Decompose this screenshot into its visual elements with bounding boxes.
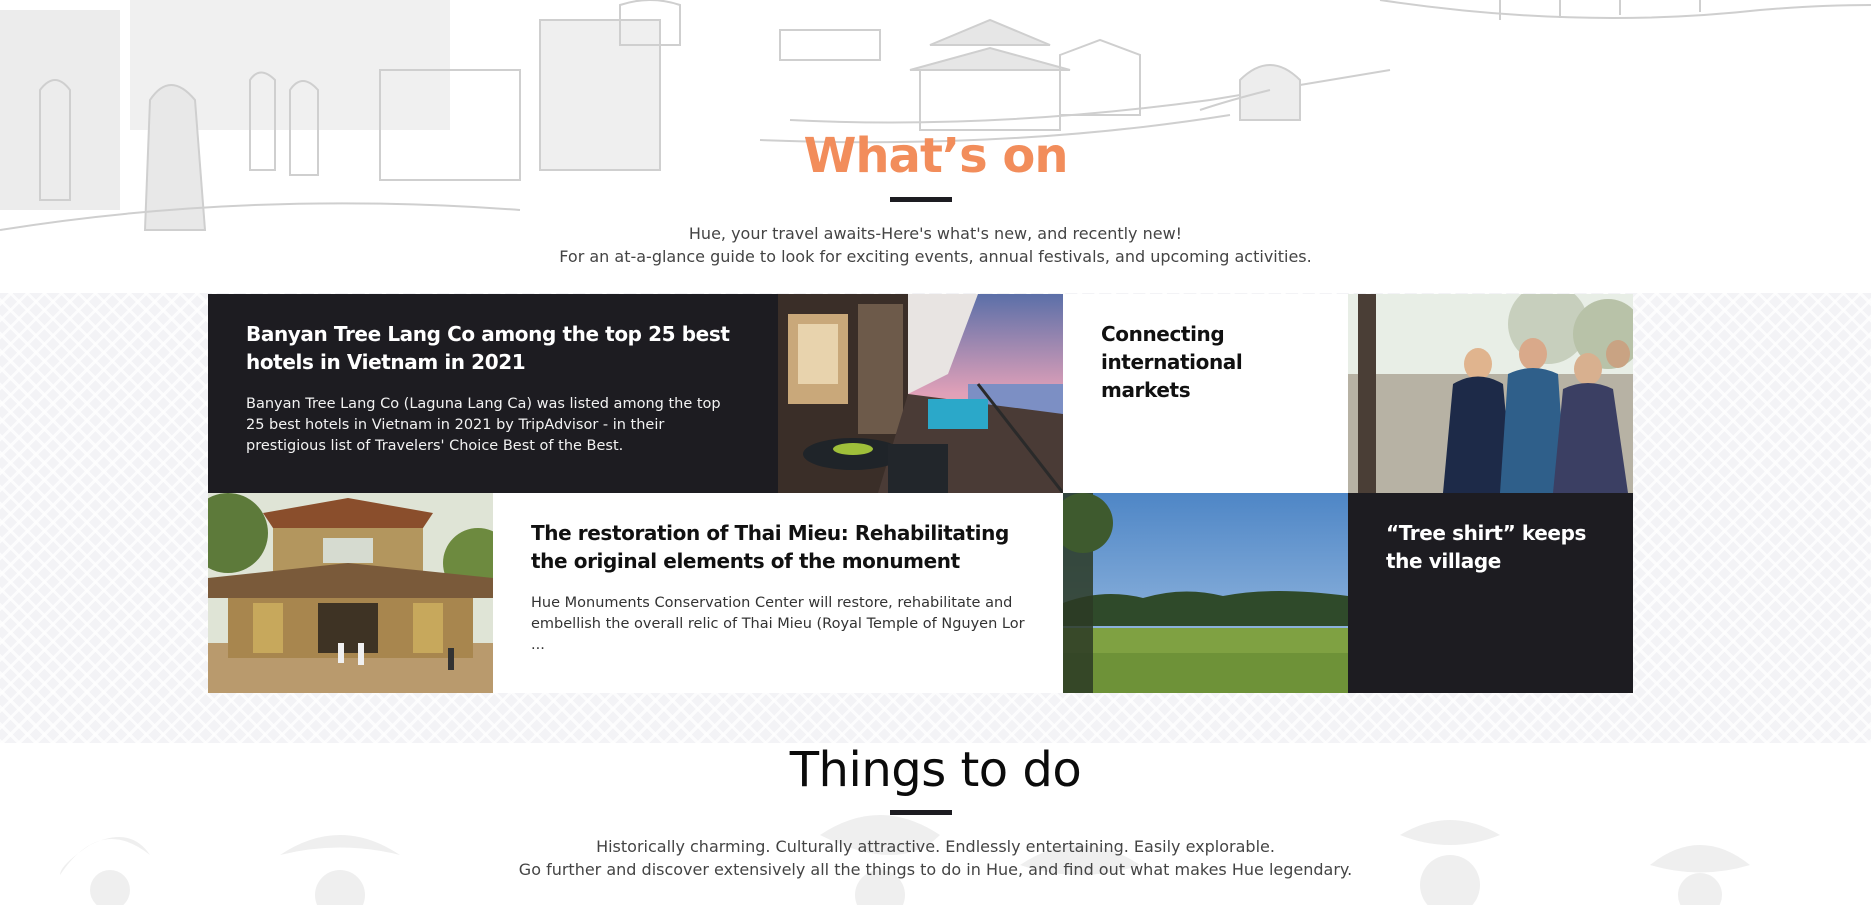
news-card-connecting-markets[interactable]: Connecting international markets bbox=[1063, 294, 1348, 493]
title-underline bbox=[890, 197, 952, 202]
news-card-title[interactable]: The restoration of Thai Mieu: Rehabilita… bbox=[531, 519, 1025, 575]
news-card-thai-mieu[interactable]: The restoration of Thai Mieu: Rehabilita… bbox=[493, 493, 1063, 693]
news-card-banyan-tree[interactable]: Banyan Tree Lang Co among the top 25 bes… bbox=[208, 294, 778, 493]
news-card-title[interactable]: “Tree shirt” keeps the village bbox=[1386, 519, 1595, 575]
excerpt-ellipsis: ... bbox=[531, 637, 545, 653]
banyan-tree-hotel-image[interactable] bbox=[778, 294, 1063, 493]
news-card-title[interactable]: Connecting international markets bbox=[1101, 320, 1310, 404]
thai-mieu-gate-image[interactable] bbox=[208, 493, 493, 693]
things-intro-line-1: Historically charming. Culturally attrac… bbox=[596, 837, 1275, 856]
title-underline bbox=[890, 810, 952, 815]
news-card-excerpt: Hue Monuments Conservation Center will r… bbox=[531, 595, 1025, 632]
things-to-do-title: Things to do bbox=[789, 742, 1082, 798]
whats-on-intro-line-1: Hue, your travel awaits-Here's what's ne… bbox=[688, 224, 1183, 243]
green-field-image[interactable] bbox=[1063, 493, 1348, 693]
tourists-image[interactable] bbox=[1348, 294, 1633, 493]
whats-on-title: What’s on bbox=[803, 128, 1068, 184]
whats-on-intro-line-2: For an at-a-glance guide to look for exc… bbox=[559, 247, 1312, 266]
news-card-tree-shirt[interactable]: “Tree shirt” keeps the village bbox=[1348, 493, 1633, 693]
things-intro-line-2: Go further and discover extensively all … bbox=[518, 860, 1353, 879]
news-card-excerpt: Banyan Tree Lang Co (Laguna Lang Ca) was… bbox=[246, 396, 721, 454]
news-card-title[interactable]: Banyan Tree Lang Co among the top 25 bes… bbox=[246, 320, 740, 376]
